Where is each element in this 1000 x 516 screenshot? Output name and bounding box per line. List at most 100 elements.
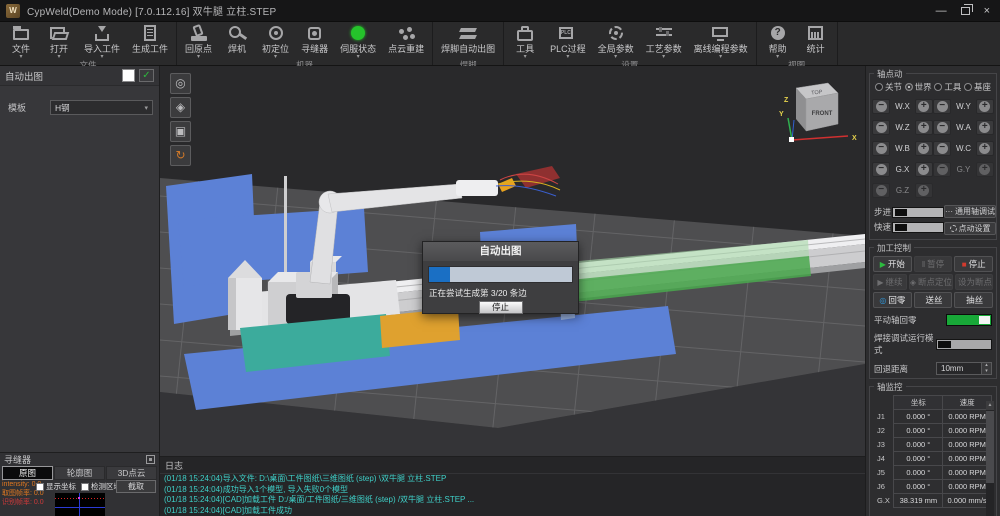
- 3d-scene[interactable]: TOP FRONT Z Y X ◎ ◈ ▣: [160, 66, 865, 456]
- fast-label: 快速: [872, 221, 892, 233]
- jog-mode-radio[interactable]: 关节: [875, 81, 902, 93]
- process-control-button[interactable]: ‖ 暂停: [914, 256, 953, 272]
- jog-settings-button[interactable]: 点动设置: [944, 222, 996, 235]
- restore-button[interactable]: [961, 7, 970, 15]
- auto-draw-progress-dialog: 自动出图 正在尝试生成第 3/20 条边 停止: [422, 241, 579, 314]
- jog-minus-button[interactable]: −: [872, 141, 890, 156]
- translation-axis-home-toggle[interactable]: [946, 314, 992, 326]
- fit-view-icon[interactable]: ◎: [170, 73, 191, 94]
- jog-plus-button[interactable]: +: [915, 99, 933, 114]
- close-button[interactable]: ×: [984, 6, 990, 16]
- ribbon-item[interactable]: 回原点 ▾: [179, 23, 218, 60]
- jog-plus-button[interactable]: +: [915, 120, 933, 135]
- slider-handle[interactable]: [895, 209, 907, 216]
- jog-minus-button[interactable]: −: [872, 120, 890, 135]
- ribbon-group-weld-leg: 焊脚自动出图 焊脚: [433, 22, 504, 65]
- jog-minus-button[interactable]: −: [933, 120, 951, 135]
- stop-button[interactable]: 停止: [479, 301, 523, 314]
- retreat-distance-spinner[interactable]: 10mm ▴ ▾: [936, 362, 992, 375]
- spinner-arrows[interactable]: ▴ ▾: [981, 363, 991, 374]
- jog-mode-radio[interactable]: 世界: [905, 81, 932, 93]
- ribbon-item[interactable]: PLC过程 ▾: [544, 23, 592, 60]
- capture-button[interactable]: 截取: [116, 480, 156, 493]
- process-control-button[interactable]: ▶ 开始: [873, 256, 912, 272]
- section-layers-icon[interactable]: ▣: [170, 121, 191, 142]
- fast-slider[interactable]: [892, 222, 944, 233]
- template-dropdown[interactable]: H钢 ▾: [50, 100, 153, 115]
- ribbon-item[interactable]: 全局参数 ▾: [592, 23, 640, 60]
- ribbon-item[interactable]: 点云重建: [382, 23, 430, 60]
- seam-option-checkbox[interactable]: 显示坐标: [36, 481, 76, 492]
- axis-label: W.X: [892, 102, 912, 111]
- seam-option-checkbox[interactable]: 检测区域: [81, 481, 121, 492]
- generate-part-icon: [140, 25, 160, 41]
- jog-minus-button[interactable]: −: [933, 99, 951, 114]
- jog-plus-button[interactable]: +: [976, 162, 994, 177]
- ribbon-item[interactable]: 离线编程参数 ▾: [688, 23, 754, 60]
- scrollbar-thumb[interactable]: [986, 411, 994, 483]
- confirm-check-button[interactable]: ✓: [139, 69, 154, 82]
- ribbon-item[interactable]: 初定位 ▾: [256, 23, 295, 60]
- jog-plus-button[interactable]: +: [915, 183, 933, 198]
- ribbon-item[interactable]: 生成工件: [126, 23, 174, 60]
- scroll-up-icon[interactable]: ▲: [986, 401, 994, 410]
- step-slider[interactable]: [892, 207, 944, 218]
- generic-axis-debug-button[interactable]: ··· 通用轴调试: [944, 205, 996, 218]
- process-control-button[interactable]: ■ 停止: [954, 256, 993, 272]
- process-control-button[interactable]: 送丝: [914, 292, 953, 308]
- expand-icon[interactable]: [146, 455, 155, 464]
- ribbon-item[interactable]: 导入工件 ▾: [78, 23, 126, 60]
- process-control-button[interactable]: ◈ 断点定位: [909, 274, 953, 290]
- weld-debug-mode-toggle[interactable]: [936, 339, 992, 350]
- rotate-tool-icon[interactable]: ↻: [170, 145, 191, 166]
- axis-label: W.Z: [892, 123, 912, 132]
- log-entry: (01/18 15:24:04)成功导入1个模型, 导入失败0个模型: [160, 485, 865, 496]
- seam-view-tab[interactable]: 原图: [2, 466, 53, 480]
- group-title: 轴监控: [874, 381, 906, 393]
- ribbon-item[interactable]: 焊机: [218, 23, 256, 60]
- dialog-title: 自动出图: [423, 242, 578, 261]
- ribbon-item[interactable]: 伺服状态 ▾: [334, 23, 382, 60]
- seam-view-tab[interactable]: 3D点云: [106, 466, 157, 480]
- process-control-button[interactable]: ◎ 回零: [873, 292, 912, 308]
- window-title: CypWeld(Demo Mode) [7.0.112.16] 双牛腿 立柱.S…: [27, 3, 276, 18]
- ribbon-item[interactable]: 统计: [797, 23, 835, 60]
- ribbon-item[interactable]: 帮助 ▾: [759, 23, 797, 60]
- ribbon-item[interactable]: 文件 ▾: [2, 23, 40, 60]
- axis-label: W.C: [953, 144, 973, 153]
- spin-down-icon[interactable]: ▾: [982, 369, 991, 375]
- axis-coord: 0.000 °: [894, 438, 943, 452]
- jog-minus-button[interactable]: −: [872, 162, 890, 177]
- jog-minus-button[interactable]: −: [872, 99, 890, 114]
- minimize-button[interactable]: —: [936, 6, 947, 16]
- toggle-knob: [938, 341, 951, 348]
- process-control-button[interactable]: 抽丝: [954, 292, 993, 308]
- axis-name: J6: [874, 480, 894, 494]
- ribbon-item[interactable]: 焊脚自动出图: [435, 23, 501, 60]
- jog-minus-button[interactable]: −: [933, 162, 951, 177]
- jog-plus-button[interactable]: +: [976, 120, 994, 135]
- ribbon-item[interactable]: 工艺参数 ▾: [640, 23, 688, 60]
- color-swatch-button[interactable]: [122, 69, 135, 82]
- jog-minus-button[interactable]: −: [933, 141, 951, 156]
- point-cloud-icon: [396, 25, 416, 41]
- jog-plus-button[interactable]: +: [976, 141, 994, 156]
- jog-minus-button[interactable]: −: [872, 183, 890, 198]
- jog-plus-button[interactable]: +: [915, 162, 933, 177]
- orbit-cube-icon[interactable]: ◈: [170, 97, 191, 118]
- table-scrollbar[interactable]: ▲: [986, 401, 994, 516]
- jog-mode-radio[interactable]: 工具: [934, 81, 961, 93]
- ribbon-item[interactable]: 寻缝器: [295, 23, 334, 60]
- axis-coord: 0.000 °: [894, 410, 943, 424]
- slider-handle[interactable]: [895, 224, 907, 231]
- ribbon-item[interactable]: 打开 ▾: [40, 23, 78, 60]
- statistics-icon: [806, 25, 826, 41]
- process-control-button[interactable]: 设为断点: [955, 274, 993, 290]
- jog-mode-radio[interactable]: 基座: [964, 81, 991, 93]
- seam-view-tab[interactable]: 轮廓图: [54, 466, 105, 480]
- log-entries[interactable]: (01/18 15:24:04)导入文件: D:\桌面\工件图纸\三维图纸 (s…: [160, 474, 865, 516]
- process-control-button[interactable]: ▶ 继续: [873, 274, 907, 290]
- ribbon-item[interactable]: 工具 ▾: [506, 23, 544, 60]
- jog-plus-button[interactable]: +: [915, 141, 933, 156]
- jog-plus-button[interactable]: +: [976, 99, 994, 114]
